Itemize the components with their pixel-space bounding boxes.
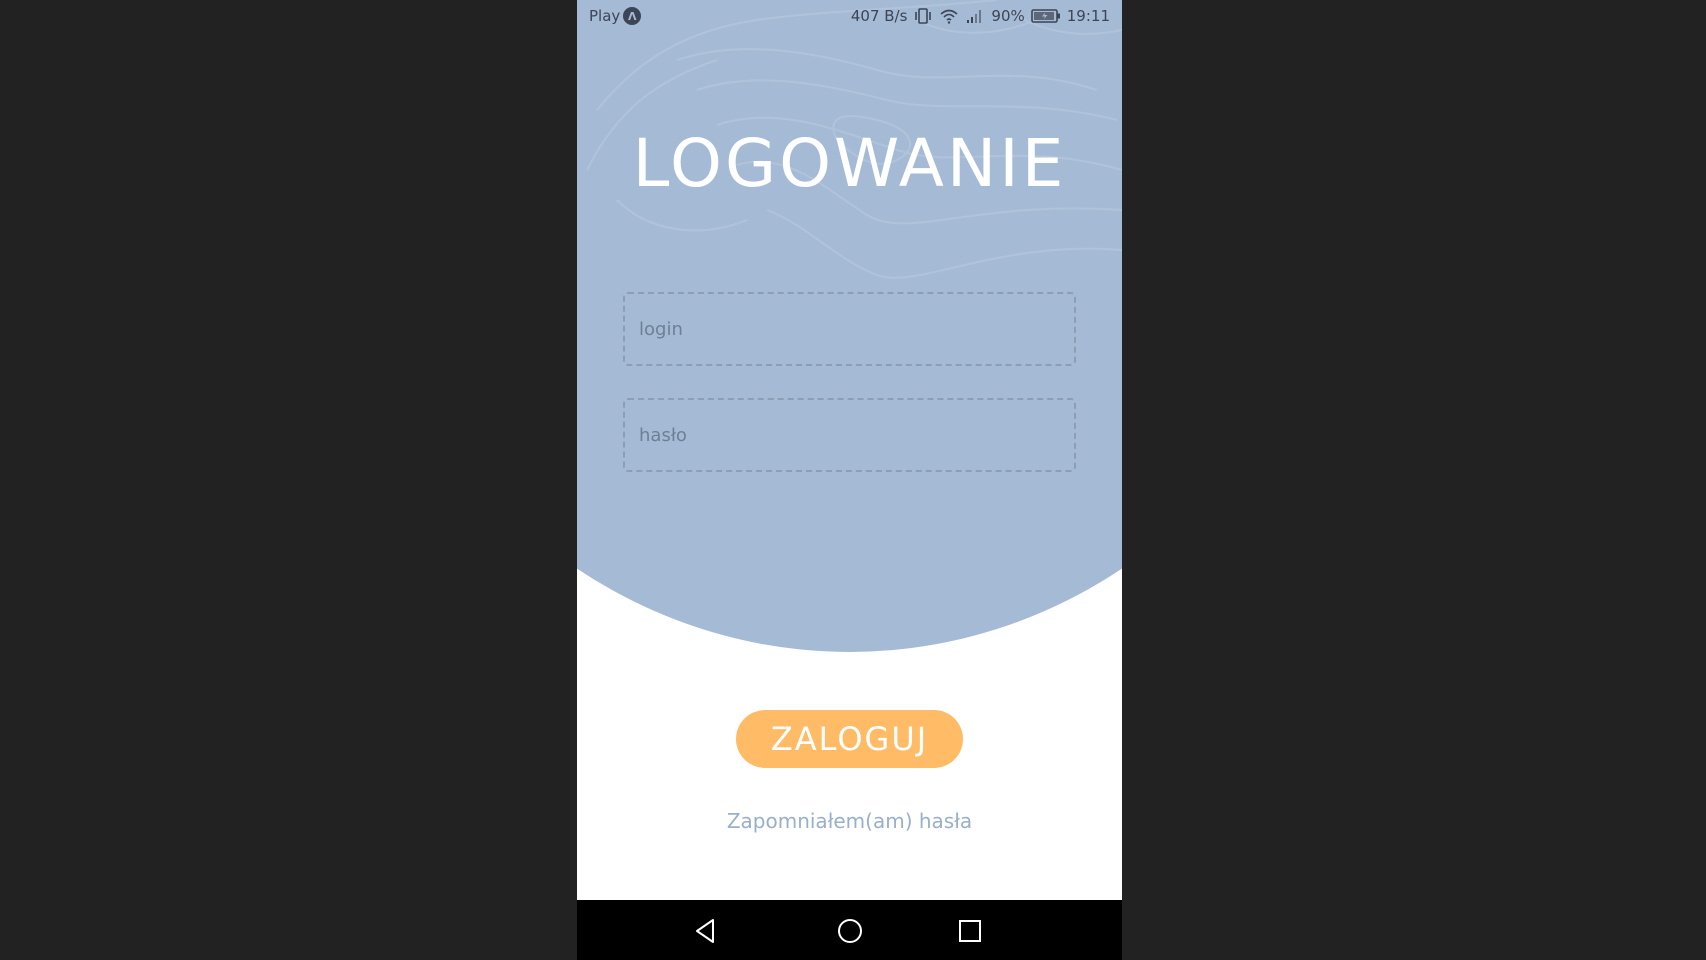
status-bar-left: Play Λ [589, 7, 642, 25]
wifi-icon [940, 9, 958, 24]
recent-apps-icon[interactable] [957, 918, 983, 944]
signal-icon [967, 10, 982, 23]
login-button[interactable]: ZALOGUJ [736, 710, 963, 768]
password-input[interactable] [625, 400, 1074, 470]
back-icon[interactable] [693, 918, 719, 944]
forgot-password-link[interactable]: Zapomniałem(am) hasła [577, 809, 1122, 833]
status-bar-right: 407 B/s 90% 19:11 [851, 7, 1110, 25]
page-title: LOGOWANIE [632, 125, 1067, 202]
carrier-label: Play [589, 7, 621, 25]
home-icon[interactable] [837, 918, 863, 944]
navigation-bar [577, 900, 1122, 960]
carrier-badge-icon: Λ [623, 7, 642, 25]
status-bar: Play Λ 407 B/s 90% 19:11 [577, 0, 1122, 32]
phone-screen: Play Λ 407 B/s 90% 19:11 LOGOWANIE login… [577, 0, 1122, 960]
battery-charging-icon [1030, 9, 1060, 23]
login-field[interactable] [623, 292, 1076, 366]
login-input[interactable] [625, 294, 1074, 364]
password-field[interactable] [623, 398, 1076, 472]
clock: 19:11 [1066, 7, 1110, 25]
vibrate-icon [915, 8, 932, 24]
battery-percent: 90% [991, 7, 1025, 25]
network-speed: 407 B/s [850, 7, 908, 25]
